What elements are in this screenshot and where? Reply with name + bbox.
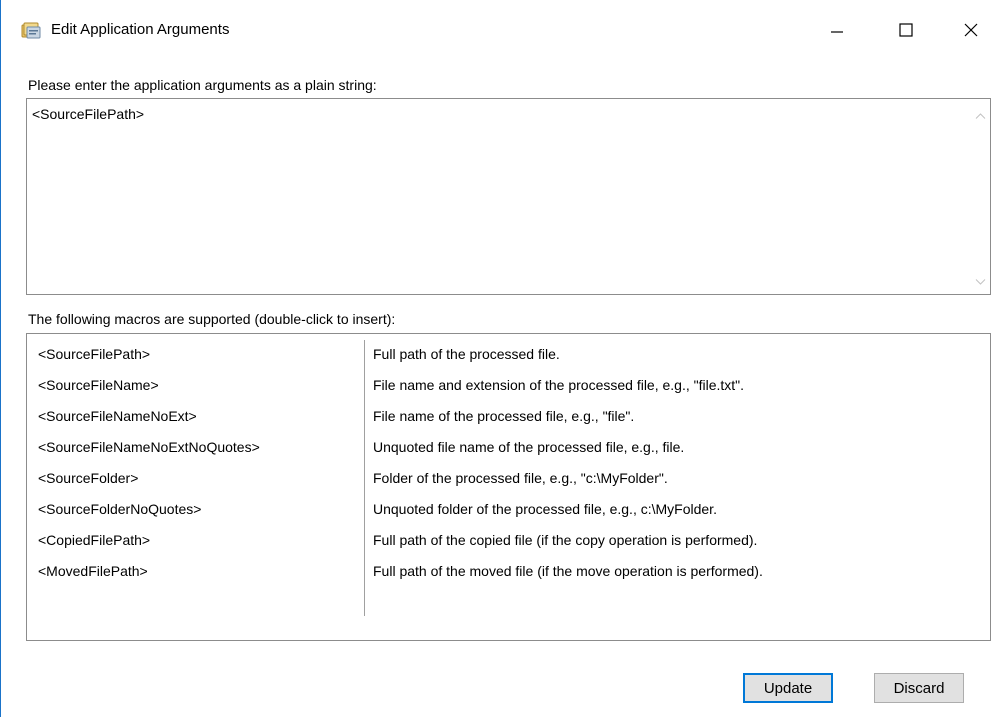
minimize-button[interactable] [814, 0, 860, 60]
update-button[interactable]: Update [743, 673, 833, 703]
macro-row[interactable]: <MovedFilePath> Full path of the moved f… [27, 555, 990, 586]
scroll-up-icon[interactable] [975, 110, 986, 121]
macro-row[interactable]: <CopiedFilePath> Full path of the copied… [27, 524, 990, 555]
close-button[interactable] [948, 0, 991, 60]
macro-name: <SourceFolderNoQuotes> [38, 501, 202, 517]
arguments-label: Please enter the application arguments a… [28, 77, 377, 93]
macro-description: Folder of the processed file, e.g., "c:\… [373, 470, 668, 486]
macro-description: File name and extension of the processed… [373, 377, 745, 393]
macro-description: Full path of the moved file (if the move… [373, 563, 763, 579]
macro-name: <SourceFileNameNoExtNoQuotes> [38, 439, 260, 455]
maximize-icon [899, 23, 913, 37]
macro-name: <SourceFilePath> [38, 346, 151, 362]
discard-button[interactable]: Discard [874, 673, 964, 703]
close-icon [964, 23, 978, 37]
title-bar[interactable]: Edit Application Arguments [1, 0, 991, 60]
arguments-textarea[interactable]: <SourceFilePath> [26, 98, 991, 295]
macro-name: <MovedFilePath> [38, 563, 148, 579]
macros-label: The following macros are supported (doub… [28, 311, 396, 327]
application-arguments-icon [20, 21, 42, 39]
macro-description: Unquoted file name of the processed file… [373, 439, 685, 455]
macro-row[interactable]: <SourceFileName> File name and extension… [27, 369, 990, 400]
macro-name: <SourceFolder> [38, 470, 139, 486]
macro-name: <SourceFileNameNoExt> [38, 408, 197, 424]
macro-name: <CopiedFilePath> [38, 532, 151, 548]
macros-list[interactable]: <SourceFilePath> Full path of the proces… [26, 333, 991, 641]
macro-description: Full path of the processed file. [373, 346, 560, 362]
macro-row[interactable]: <SourceFilePath> Full path of the proces… [27, 338, 990, 369]
arguments-scrollbar[interactable] [971, 99, 990, 294]
edit-application-arguments-dialog: Edit Application Arguments Please enter … [0, 0, 991, 717]
macro-row[interactable]: <SourceFileNameNoExt> File name of the p… [27, 400, 990, 431]
scroll-down-icon[interactable] [975, 275, 986, 286]
minimize-icon [831, 31, 843, 33]
macro-row[interactable]: <SourceFileNameNoExtNoQuotes> Unquoted f… [27, 431, 990, 462]
macro-name: <SourceFileName> [38, 377, 159, 393]
macro-description: Full path of the copied file (if the cop… [373, 532, 758, 548]
macro-description: Unquoted folder of the processed file, e… [373, 501, 717, 517]
macro-row[interactable]: <SourceFolder> Folder of the processed f… [27, 462, 990, 493]
macro-row[interactable]: <SourceFolderNoQuotes> Unquoted folder o… [27, 493, 990, 524]
window-title: Edit Application Arguments [51, 21, 230, 38]
macro-description: File name of the processed file, e.g., "… [373, 408, 635, 424]
maximize-button[interactable] [883, 0, 929, 60]
arguments-value[interactable]: <SourceFilePath> [32, 106, 144, 122]
